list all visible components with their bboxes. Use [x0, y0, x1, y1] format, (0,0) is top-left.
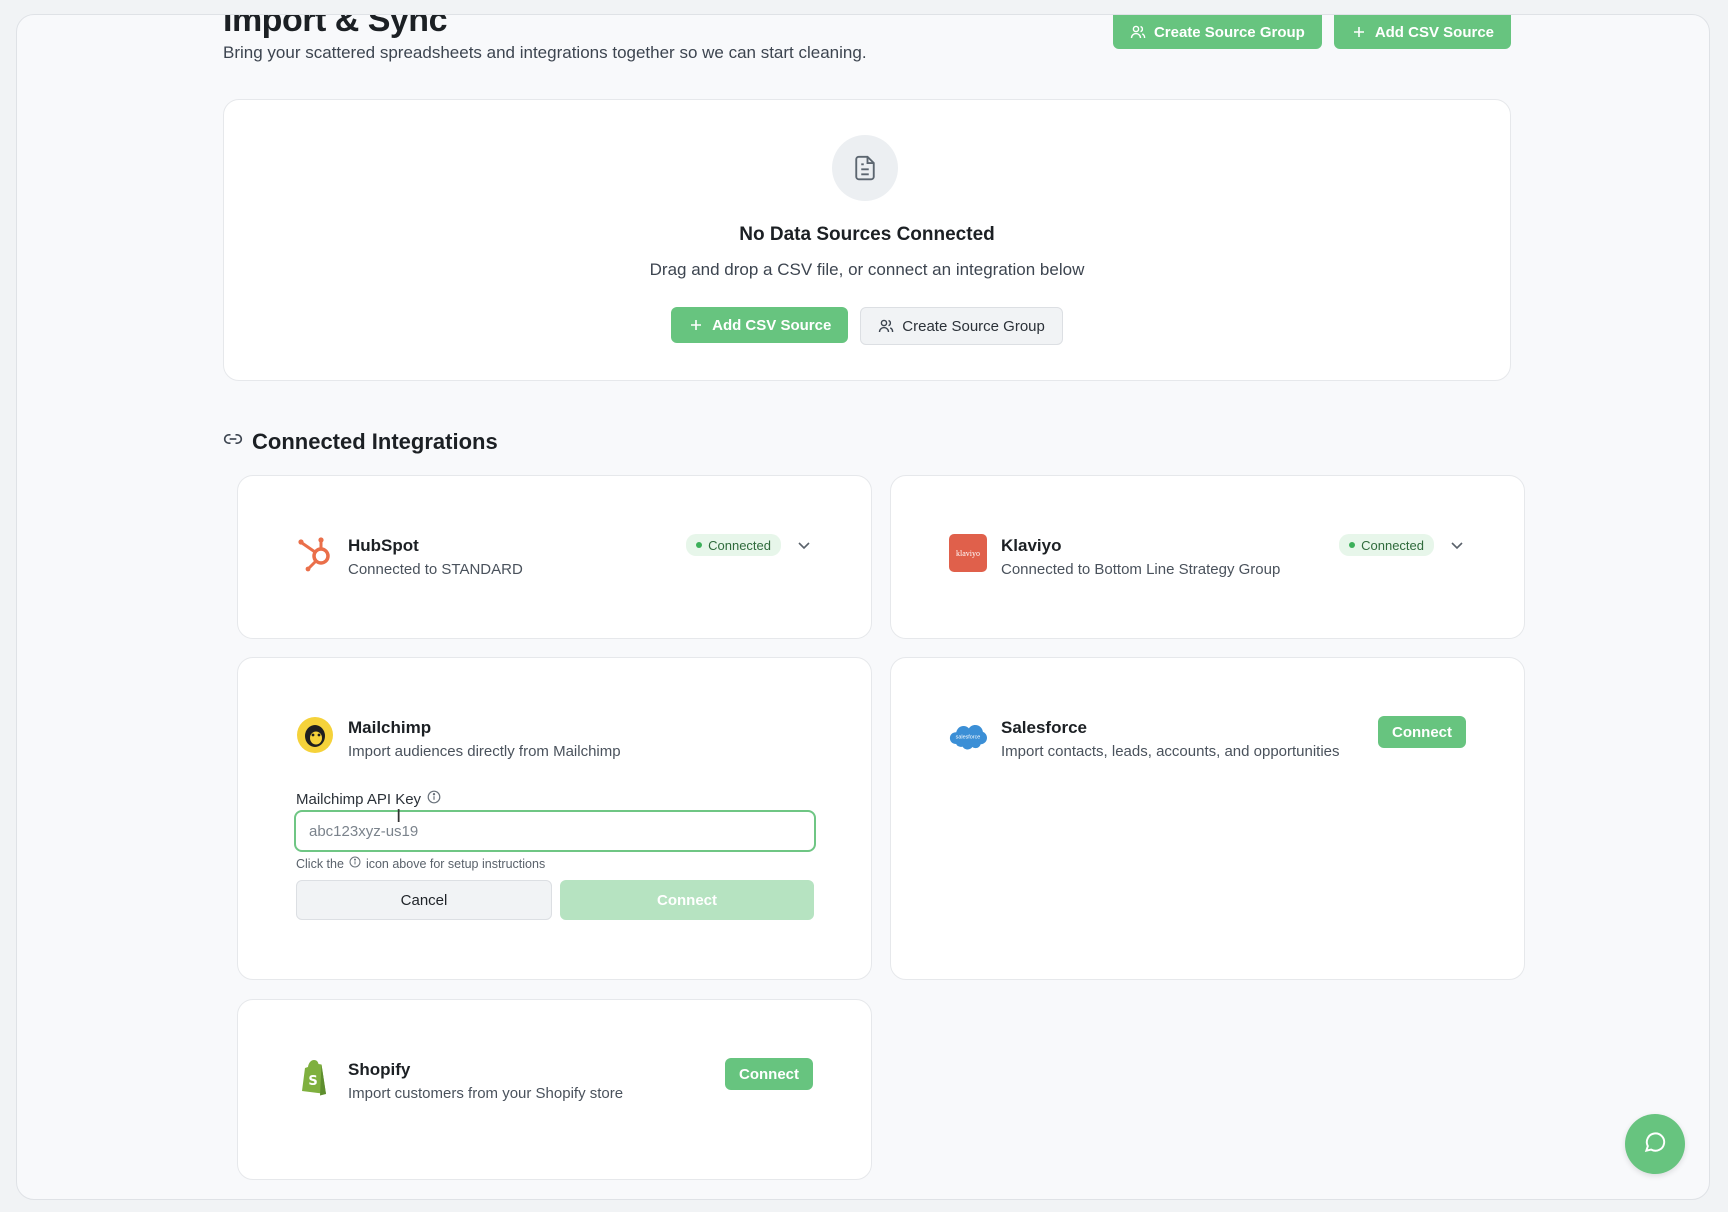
- klaviyo-name: Klaviyo: [1001, 536, 1062, 555]
- users-icon: [878, 318, 894, 334]
- document-icon: [832, 135, 898, 201]
- hubspot-status: Connected: [686, 534, 813, 556]
- text-cursor-icon: I: [396, 806, 402, 827]
- mailchimp-connect-button[interactable]: Connect: [560, 880, 814, 920]
- mailchimp-card: Mailchimp Import audiences directly from…: [237, 657, 872, 980]
- salesforce-card: salesforce Salesforce Import contacts, l…: [890, 657, 1525, 980]
- connected-integrations-heading: Connected Integrations: [223, 429, 498, 455]
- shopify-card: S Shopify Import customers from your Sho…: [237, 999, 872, 1180]
- klaviyo-description: Connected to Bottom Line Strategy Group: [1001, 561, 1281, 578]
- svg-text:S: S: [308, 1074, 317, 1089]
- klaviyo-logo-icon: klaviyo: [949, 534, 987, 572]
- hubspot-logo-icon: [296, 534, 334, 572]
- mailchimp-setup-hint: Click the icon above for setup instructi…: [296, 856, 546, 871]
- link-icon: [223, 429, 243, 455]
- klaviyo-status: Connected: [1339, 534, 1466, 556]
- add-csv-source-label: Add CSV Source: [712, 316, 832, 334]
- status-badge: Connected: [1339, 534, 1434, 556]
- hubspot-name: HubSpot: [348, 536, 419, 555]
- empty-state-title: No Data Sources Connected: [739, 224, 995, 245]
- salesforce-name: Salesforce: [1001, 718, 1087, 737]
- empty-state-actions: Add CSV Source Create Source Group: [224, 307, 1510, 345]
- plus-icon: [1351, 24, 1367, 40]
- info-icon[interactable]: [427, 790, 441, 808]
- header-actions: Create Source Group Add CSV Source: [1112, 15, 1511, 49]
- create-source-group-button[interactable]: Create Source Group: [860, 307, 1063, 345]
- chevron-down-icon[interactable]: [1448, 536, 1466, 554]
- shopify-description: Import customers from your Shopify store: [348, 1085, 624, 1102]
- plus-icon: [688, 317, 704, 333]
- shopify-logo-icon: S: [296, 1058, 334, 1096]
- hubspot-card: HubSpot Connected to STANDARD Connected: [237, 475, 872, 639]
- mailchimp-name: Mailchimp: [348, 718, 432, 737]
- info-icon: [349, 856, 361, 871]
- chevron-down-icon[interactable]: [795, 536, 813, 554]
- svg-text:salesforce: salesforce: [956, 735, 981, 741]
- connected-integrations-title: Connected Integrations: [252, 429, 498, 454]
- chat-bubble-icon: [1642, 1129, 1668, 1160]
- chat-button[interactable]: [1625, 1114, 1685, 1174]
- mailchimp-cancel-button[interactable]: Cancel: [296, 880, 552, 920]
- shopify-name: Shopify: [348, 1060, 411, 1079]
- header-add-csv-source-button[interactable]: Add CSV Source: [1333, 15, 1511, 49]
- klaviyo-card: klaviyo Klaviyo Connected to Bottom Line…: [890, 475, 1525, 639]
- mailchimp-api-key-input[interactable]: [294, 810, 816, 852]
- empty-state-card: No Data Sources Connected Drag and drop …: [223, 99, 1511, 381]
- header-create-source-group-label: Create Source Group: [1153, 23, 1305, 41]
- page-title: Import & Sync: [223, 14, 447, 39]
- salesforce-logo-icon: salesforce: [949, 716, 987, 754]
- salesforce-connect-button[interactable]: Connect: [1378, 716, 1466, 748]
- empty-state-description: Drag and drop a CSV file, or connect an …: [649, 260, 1085, 279]
- hubspot-description: Connected to STANDARD: [348, 561, 523, 578]
- status-badge: Connected: [686, 534, 781, 556]
- app-window: Import & Sync Bring your scattered sprea…: [16, 14, 1710, 1200]
- create-source-group-label: Create Source Group: [902, 317, 1045, 335]
- add-csv-source-button[interactable]: Add CSV Source: [671, 307, 849, 343]
- shopify-connect-button[interactable]: Connect: [725, 1058, 813, 1090]
- mailchimp-description: Import audiences directly from Mailchimp: [348, 743, 621, 760]
- header-add-csv-source-label: Add CSV Source: [1374, 23, 1494, 41]
- page-subtitle: Bring your scattered spreadsheets and in…: [223, 43, 867, 62]
- users-icon: [1130, 24, 1146, 40]
- header-create-source-group-button[interactable]: Create Source Group: [1112, 15, 1322, 49]
- salesforce-description: Import contacts, leads, accounts, and op…: [1001, 743, 1340, 760]
- mailchimp-logo-icon: [296, 716, 334, 754]
- mailchimp-api-key-label: Mailchimp API Key: [296, 790, 441, 808]
